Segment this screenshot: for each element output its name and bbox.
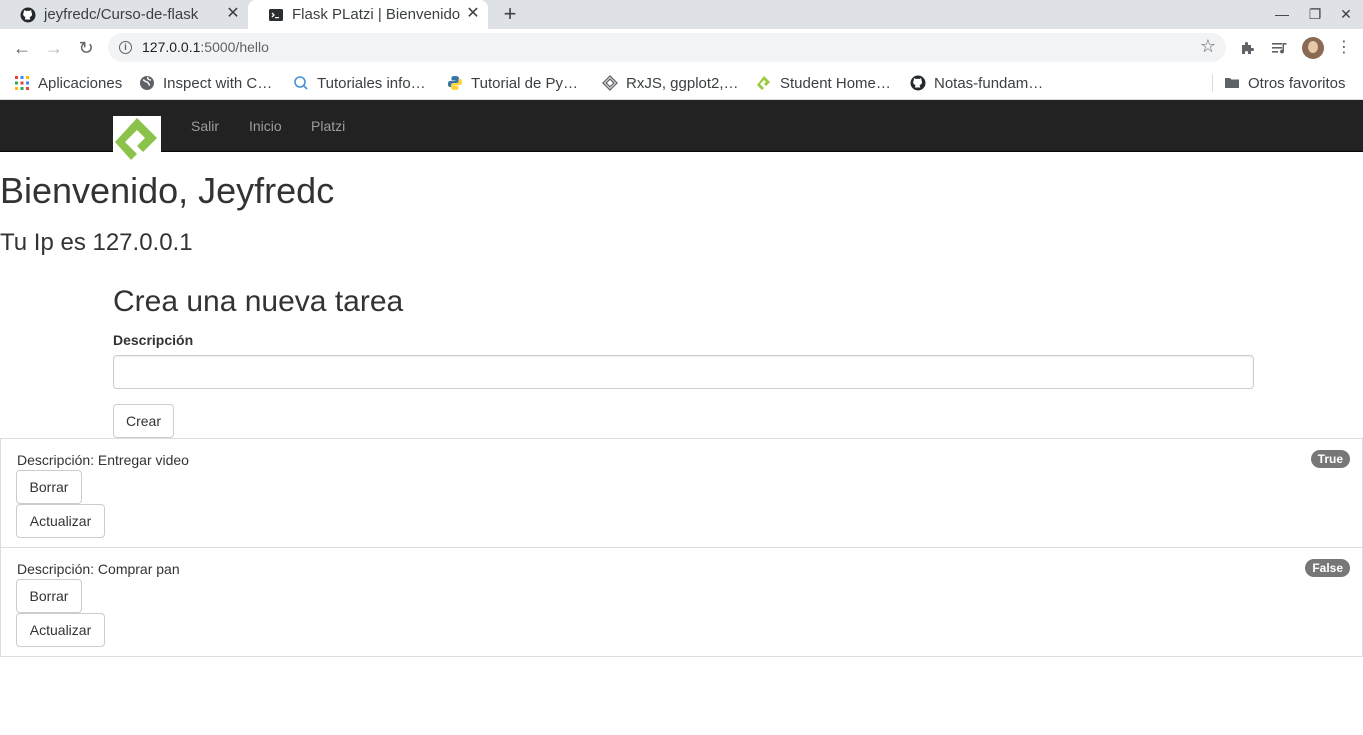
bookmark-star-icon[interactable]: ☆ (1200, 36, 1216, 57)
update-button[interactable]: Actualizar (16, 504, 105, 538)
bookmark-label: Aplicaciones (38, 74, 123, 92)
forward-arrow-icon[interactable]: → (42, 36, 66, 60)
url-host: 127.0.0.1 (142, 39, 201, 55)
todo-list-item: Descripción: Comprar pan False Borrar Ac… (0, 547, 1363, 657)
description-input[interactable] (113, 355, 1254, 389)
bookmarks-divider (1212, 74, 1213, 92)
bookmark-notas[interactable]: Notas-fundam… (910, 72, 1043, 94)
new-tab-button[interactable]: + (498, 2, 522, 26)
python-icon (448, 76, 462, 90)
bookmark-label: Tutoriales info… (317, 74, 426, 92)
browser-tab-flask[interactable]: Flask PLatzi | Bienvenido ✕ (248, 0, 488, 29)
bookmarks-bar: Aplicaciones Inspect with C… Tutoriales … (0, 66, 1363, 100)
close-tab-icon[interactable]: ✕ (464, 5, 482, 23)
close-window-icon[interactable]: ✕ (1335, 3, 1357, 25)
form-title: Crea una nueva tarea (113, 285, 404, 318)
extensions-puzzle-icon[interactable] (1236, 36, 1260, 60)
url-text[interactable]: 127.0.0.1:5000/hello (142, 39, 269, 55)
bookmark-aplicaciones[interactable]: Aplicaciones (14, 72, 122, 94)
apps-grid-icon (15, 76, 29, 90)
update-button[interactable]: Actualizar (16, 613, 105, 647)
bookmark-label: RxJS, ggplot2,… (626, 74, 739, 92)
bookmark-tutorial-python[interactable]: Tutorial de Py… (447, 72, 578, 94)
status-badge: False (1305, 559, 1350, 577)
platzi-icon (757, 76, 770, 90)
tab-title: Flask PLatzi | Bienvenido (292, 6, 461, 23)
delete-button[interactable]: Borrar (16, 470, 82, 504)
description-label: Descripción (113, 332, 194, 348)
platzi-logo[interactable] (113, 116, 161, 164)
folder-icon (1225, 78, 1239, 88)
nav-link-platzi[interactable]: Platzi (311, 118, 345, 134)
nav-link-inicio[interactable]: Inicio (249, 118, 282, 134)
minimize-icon[interactable]: — (1271, 3, 1293, 25)
close-tab-icon[interactable]: ✕ (224, 5, 242, 23)
address-bar[interactable]: i 127.0.0.1:5000/hello ☆ (108, 33, 1226, 62)
profile-avatar[interactable] (1302, 37, 1324, 59)
todo-description: Descripción: Comprar pan (17, 561, 180, 577)
browser-tab-strip: jeyfredc/Curso-de-flask ✕ Flask PLatzi |… (0, 0, 1363, 29)
bookmark-student-home[interactable]: Student Home… (756, 72, 891, 94)
ip-text: Tu Ip es 127.0.0.1 (0, 229, 193, 256)
todo-list-item: Descripción: Entregar video True Borrar … (0, 438, 1363, 548)
github-icon (20, 7, 36, 22)
terminal-icon (269, 8, 283, 21)
bookmark-label: Inspect with C… (163, 74, 273, 92)
bookmark-rxjs[interactable]: RxJS, ggplot2,… (602, 72, 739, 94)
todo-description: Descripción: Entregar video (17, 452, 189, 468)
bookmark-label: Student Home… (780, 74, 891, 92)
browser-toolbar: ← → ↻ i 127.0.0.1:5000/hello ☆ ⋮ (0, 29, 1363, 66)
tab-title: jeyfredc/Curso-de-flask (44, 6, 199, 23)
status-badge: True (1310, 450, 1350, 468)
back-arrow-icon[interactable]: ← (10, 36, 34, 60)
create-task-button[interactable]: Crear (113, 404, 174, 438)
media-queue-icon[interactable] (1268, 36, 1292, 60)
globe-icon (140, 76, 154, 90)
bookmark-tutoriales[interactable]: Tutoriales info… (293, 72, 426, 94)
diamond-icon (602, 75, 618, 91)
reload-icon[interactable]: ↻ (74, 36, 98, 60)
url-path: :5000/hello (200, 39, 269, 55)
bookmark-label: Otros favoritos (1248, 74, 1346, 92)
restore-icon[interactable]: ❐ (1304, 3, 1326, 25)
bookmark-label: Tutorial de Py… (471, 74, 578, 92)
menu-kebab-icon[interactable]: ⋮ (1332, 36, 1356, 60)
welcome-heading: Bienvenido, Jeyfredc (0, 170, 335, 211)
delete-button[interactable]: Borrar (16, 579, 82, 613)
bookmark-inspect[interactable]: Inspect with C… (139, 72, 272, 94)
nav-link-salir[interactable]: Salir (191, 118, 219, 134)
browser-tab-github[interactable]: jeyfredc/Curso-de-flask ✕ (0, 0, 248, 29)
platzi-logo-icon (115, 118, 157, 160)
github-icon (910, 75, 926, 91)
site-info-icon[interactable]: i (119, 41, 132, 54)
search-q-icon (294, 76, 308, 90)
bookmark-otros-favoritos[interactable]: Otros favoritos (1224, 72, 1346, 94)
bookmark-label: Notas-fundam… (934, 74, 1044, 92)
